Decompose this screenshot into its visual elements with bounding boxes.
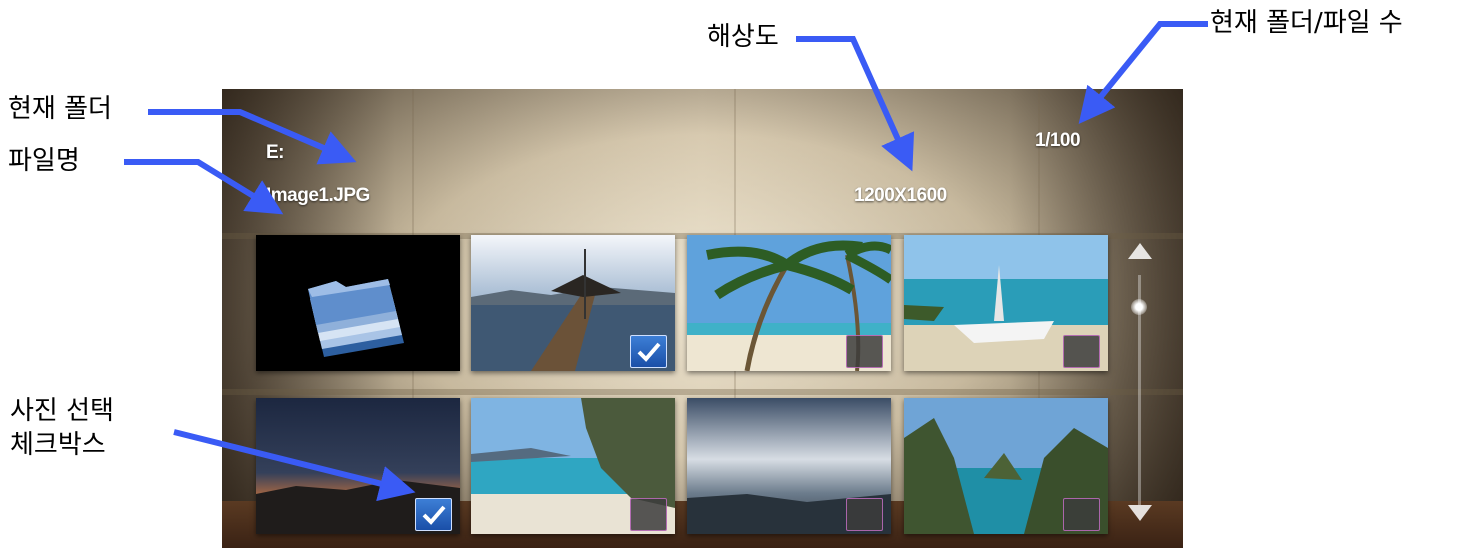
checkmark-icon bbox=[422, 505, 446, 525]
annotation-current-folder: 현재 폴더 bbox=[8, 94, 112, 124]
thumbnail-lagoon[interactable] bbox=[904, 398, 1108, 534]
thumbnail-sunset[interactable] bbox=[256, 398, 460, 534]
thumbnail-scrollbar[interactable] bbox=[1118, 235, 1162, 527]
thumbnail-boat-beach[interactable] bbox=[904, 235, 1108, 371]
thumbnail-folder[interactable] bbox=[256, 235, 460, 371]
annotation-photo-checkbox: 사진 선택 체크박스 bbox=[10, 394, 114, 462]
scroll-up-icon[interactable] bbox=[1128, 243, 1152, 259]
photo-select-checkbox[interactable] bbox=[846, 498, 883, 531]
current-folder-label: E: bbox=[266, 142, 285, 163]
folder-icon bbox=[308, 279, 404, 357]
photo-viewer-screen: E: Image1.JPG 1200X1600 1/100 bbox=[222, 89, 1183, 548]
thumbnail-clouds-sea[interactable] bbox=[687, 398, 891, 534]
photo-select-checkbox[interactable] bbox=[630, 498, 667, 531]
annotation-folder-file-count: 현재 폴더/파일 수 bbox=[1210, 8, 1403, 38]
thumbnail-cliff-beach[interactable] bbox=[471, 398, 675, 534]
shelf-line bbox=[222, 389, 1183, 395]
checkmark-icon bbox=[637, 342, 661, 362]
scroll-handle[interactable] bbox=[1131, 299, 1147, 315]
file-name-label: Image1.JPG bbox=[266, 185, 370, 206]
annotation-resolution: 해상도 bbox=[707, 22, 779, 52]
photo-select-checkbox[interactable] bbox=[1063, 498, 1100, 531]
annotation-photo-checkbox-line2: 체크박스 bbox=[10, 430, 106, 460]
thumbnail-palm-beach[interactable] bbox=[687, 235, 891, 371]
resolution-label: 1200X1600 bbox=[854, 185, 947, 206]
thumbnail-pier[interactable] bbox=[471, 235, 675, 371]
annotation-photo-checkbox-line1: 사진 선택 bbox=[10, 396, 114, 426]
photo-select-checkbox[interactable] bbox=[846, 335, 883, 368]
photo-select-checkbox[interactable] bbox=[415, 498, 452, 531]
folder-file-count-label: 1/100 bbox=[1035, 130, 1081, 151]
photo-select-checkbox[interactable] bbox=[630, 335, 667, 368]
annotation-file-name: 파일명 bbox=[8, 146, 80, 176]
photo-select-checkbox[interactable] bbox=[1063, 335, 1100, 368]
scroll-down-icon[interactable] bbox=[1128, 505, 1152, 521]
